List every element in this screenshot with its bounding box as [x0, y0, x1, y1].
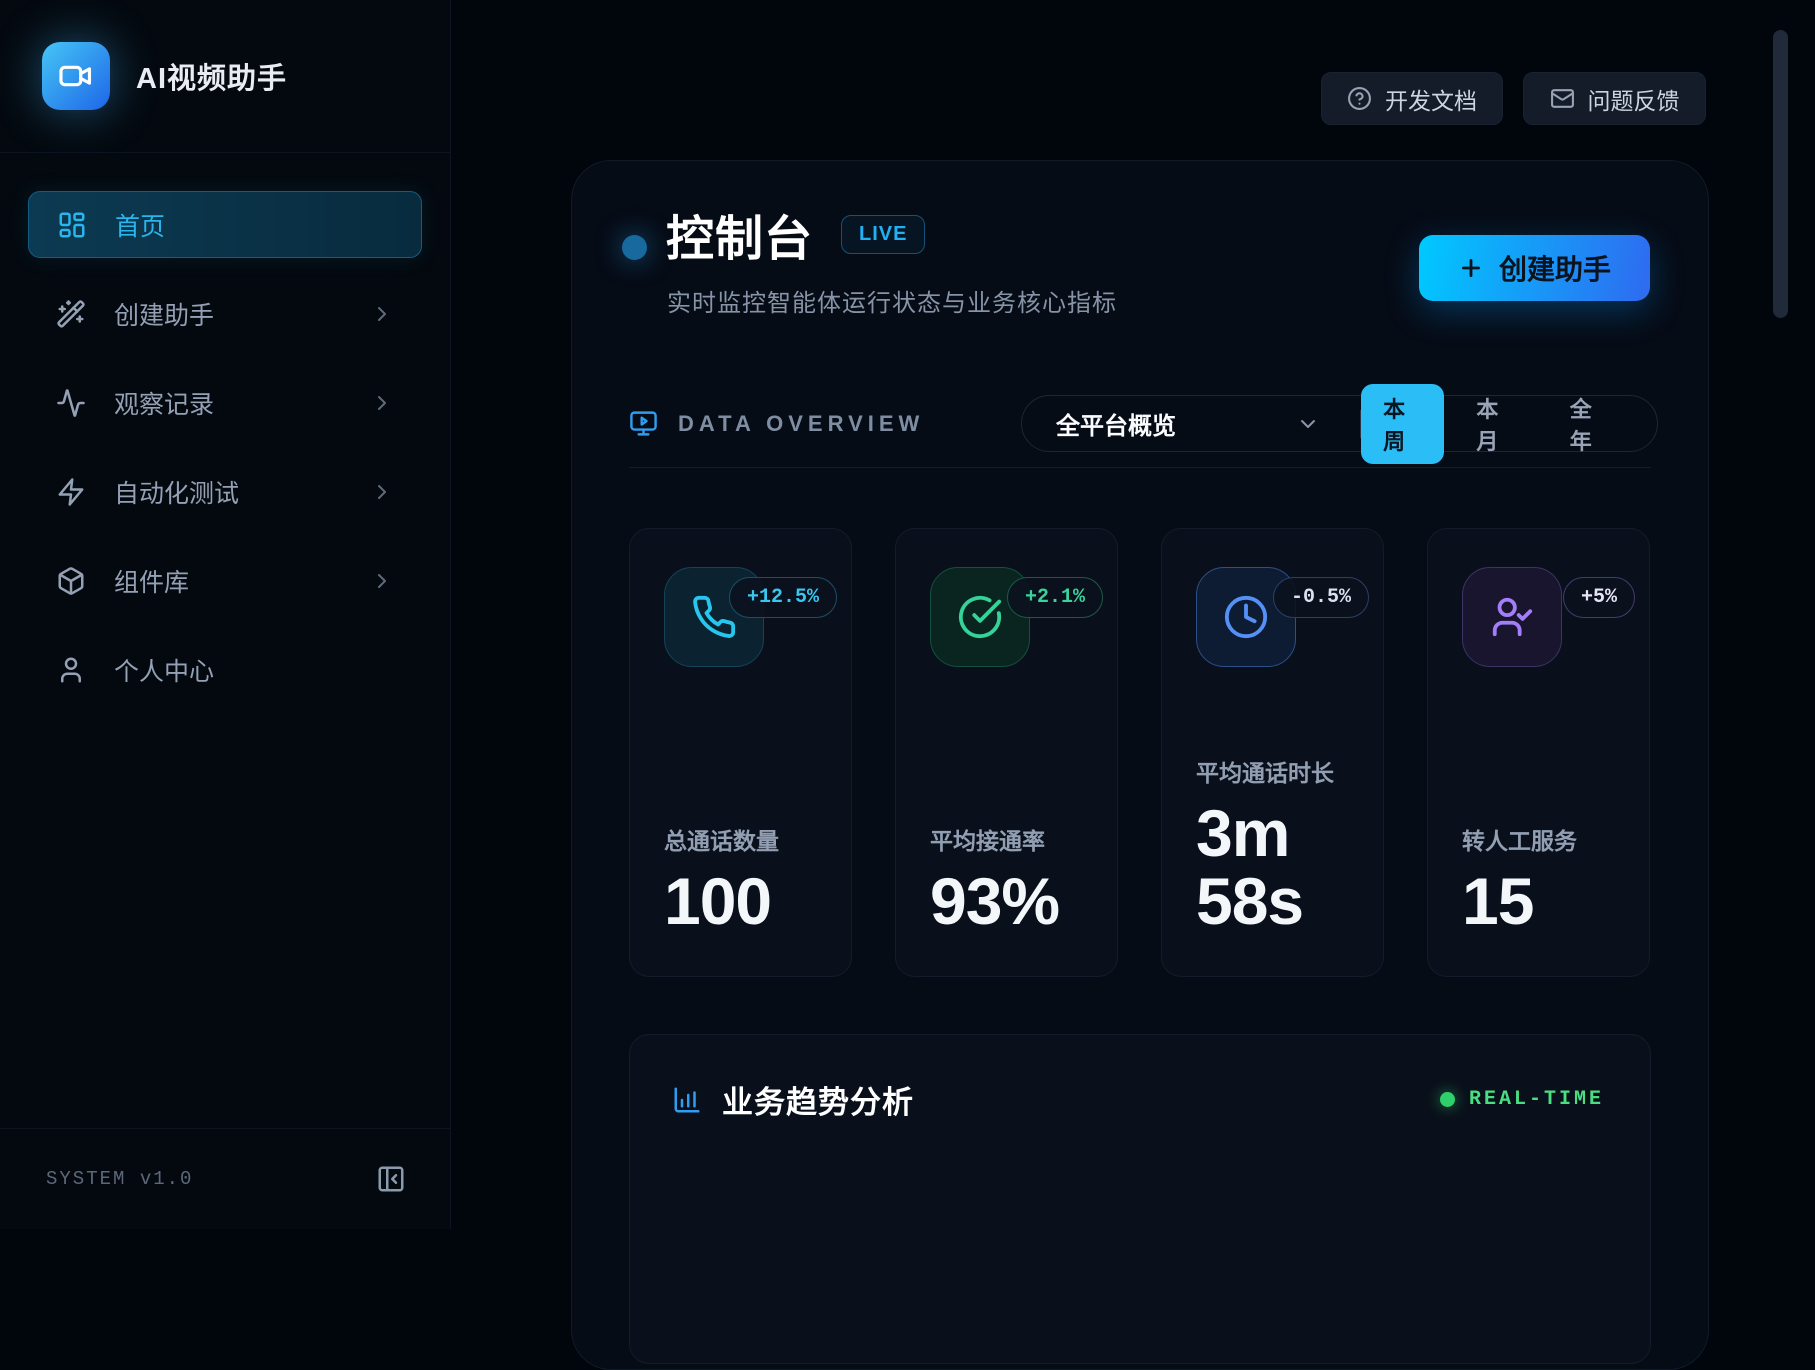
sidebar-item-automation-test[interactable]: 自动化测试	[28, 458, 422, 525]
help-circle-icon	[1347, 86, 1372, 111]
trend-analysis-card: 业务趋势分析 REAL-TIME	[629, 1034, 1651, 1364]
page-subtitle: 实时监控智能体运行状态与业务核心指标	[667, 283, 1117, 318]
stat-label: 总通话数量	[664, 822, 817, 856]
platform-select-value: 全平台概览	[1056, 406, 1176, 441]
sidebar-item-label: 个人中心	[114, 652, 214, 688]
overview-controls: 全平台概览 本周 本月 全年	[1021, 395, 1658, 452]
stat-card-answer-rate: +2.1% 平均接通率 93%	[895, 528, 1118, 977]
stat-delta-badge: +12.5%	[729, 577, 837, 618]
realtime-status-label: REAL-TIME	[1469, 1088, 1604, 1111]
stat-value: 15	[1462, 868, 1615, 935]
app-logo	[42, 42, 110, 110]
vertical-scrollbar[interactable]	[1773, 30, 1788, 318]
sidebar: AI视频助手 首页 创建助手	[0, 0, 451, 1229]
sidebar-header: AI视频助手	[0, 0, 450, 153]
range-tabs: 本周 本月 全年	[1361, 384, 1657, 464]
stats-row: +12.5% 总通话数量 100 +2.1% 平均接通率 93%	[629, 528, 1650, 977]
data-overview-header: DATA OVERVIEW	[629, 409, 924, 438]
sidebar-nav: 首页 创建助手 观察记录	[0, 153, 450, 703]
layout-dashboard-icon	[57, 210, 87, 240]
sidebar-item-label: 组件库	[114, 563, 189, 599]
plus-icon	[1458, 255, 1484, 281]
trend-title: 业务趋势分析	[722, 1077, 914, 1122]
stat-label: 转人工服务	[1462, 822, 1615, 856]
feedback-button[interactable]: 问题反馈	[1523, 72, 1706, 125]
stat-value: 100	[664, 868, 817, 935]
sidebar-item-label: 首页	[115, 207, 165, 243]
stat-value: 3m 58s	[1196, 800, 1349, 935]
user-check-icon	[1489, 594, 1535, 640]
magic-wand-icon	[56, 299, 86, 329]
platform-select[interactable]: 全平台概览	[1022, 406, 1348, 441]
stat-delta-badge: +2.1%	[1007, 577, 1103, 618]
tab-full-year[interactable]: 全年	[1548, 384, 1631, 464]
stat-value: 93%	[930, 868, 1083, 935]
stat-icon-tile	[1462, 567, 1562, 667]
chevron-right-icon	[370, 391, 394, 415]
page-title: 控制台	[666, 199, 813, 269]
sidebar-item-observe-records[interactable]: 观察记录	[28, 369, 422, 436]
check-circle-icon	[957, 594, 1003, 640]
stat-delta-badge: -0.5%	[1273, 577, 1369, 618]
realtime-status-dot	[1440, 1092, 1455, 1107]
sidebar-item-create-assistant[interactable]: 创建助手	[28, 280, 422, 347]
feedback-label: 问题反馈	[1588, 82, 1680, 116]
tab-this-month[interactable]: 本月	[1454, 384, 1537, 464]
monitor-play-icon	[629, 409, 658, 438]
data-overview-label: DATA OVERVIEW	[678, 411, 924, 437]
stat-label: 平均接通率	[930, 822, 1083, 856]
video-camera-icon	[57, 57, 95, 95]
stat-card-human-transfer: +5% 转人工服务 15	[1427, 528, 1650, 977]
dev-docs-button[interactable]: 开发文档	[1321, 72, 1503, 125]
lightning-icon	[56, 477, 86, 507]
stat-card-avg-duration: -0.5% 平均通话时长 3m 58s	[1161, 528, 1384, 977]
create-assistant-button[interactable]: 创建助手	[1419, 235, 1650, 301]
sidebar-item-label: 自动化测试	[114, 474, 239, 510]
sidebar-item-label: 观察记录	[114, 385, 214, 421]
chevron-down-icon	[1296, 412, 1320, 436]
live-badge: LIVE	[841, 215, 925, 254]
panel-collapse-icon[interactable]	[376, 1164, 406, 1194]
system-version: SYSTEM v1.0	[46, 1168, 193, 1190]
app-title: AI视频助手	[136, 55, 287, 97]
sidebar-footer: SYSTEM v1.0	[0, 1128, 450, 1229]
sidebar-item-label: 创建助手	[114, 296, 214, 332]
create-assistant-label: 创建助手	[1499, 248, 1611, 288]
chevron-right-icon	[370, 302, 394, 326]
user-icon	[56, 655, 86, 685]
sidebar-item-component-library[interactable]: 组件库	[28, 547, 422, 614]
activity-pulse-icon	[56, 388, 86, 418]
stat-card-total-calls: +12.5% 总通话数量 100	[629, 528, 852, 977]
chevron-right-icon	[370, 569, 394, 593]
bar-chart-icon	[672, 1085, 702, 1115]
mail-icon	[1550, 86, 1575, 111]
sidebar-item-home[interactable]: 首页	[28, 191, 422, 258]
clock-icon	[1223, 594, 1269, 640]
console-status-dot	[622, 235, 647, 260]
console-panel: 控制台 LIVE 实时监控智能体运行状态与业务核心指标 创建助手 DATA OV…	[571, 160, 1709, 1370]
dev-docs-label: 开发文档	[1385, 82, 1477, 116]
stat-label: 平均通话时长	[1196, 754, 1349, 788]
cube-icon	[56, 566, 86, 596]
divider	[629, 467, 1651, 468]
sidebar-item-personal-center[interactable]: 个人中心	[28, 636, 422, 703]
realtime-status: REAL-TIME	[1440, 1088, 1604, 1111]
chevron-right-icon	[370, 480, 394, 504]
tab-this-week[interactable]: 本周	[1361, 384, 1444, 464]
stat-delta-badge: +5%	[1563, 577, 1635, 618]
